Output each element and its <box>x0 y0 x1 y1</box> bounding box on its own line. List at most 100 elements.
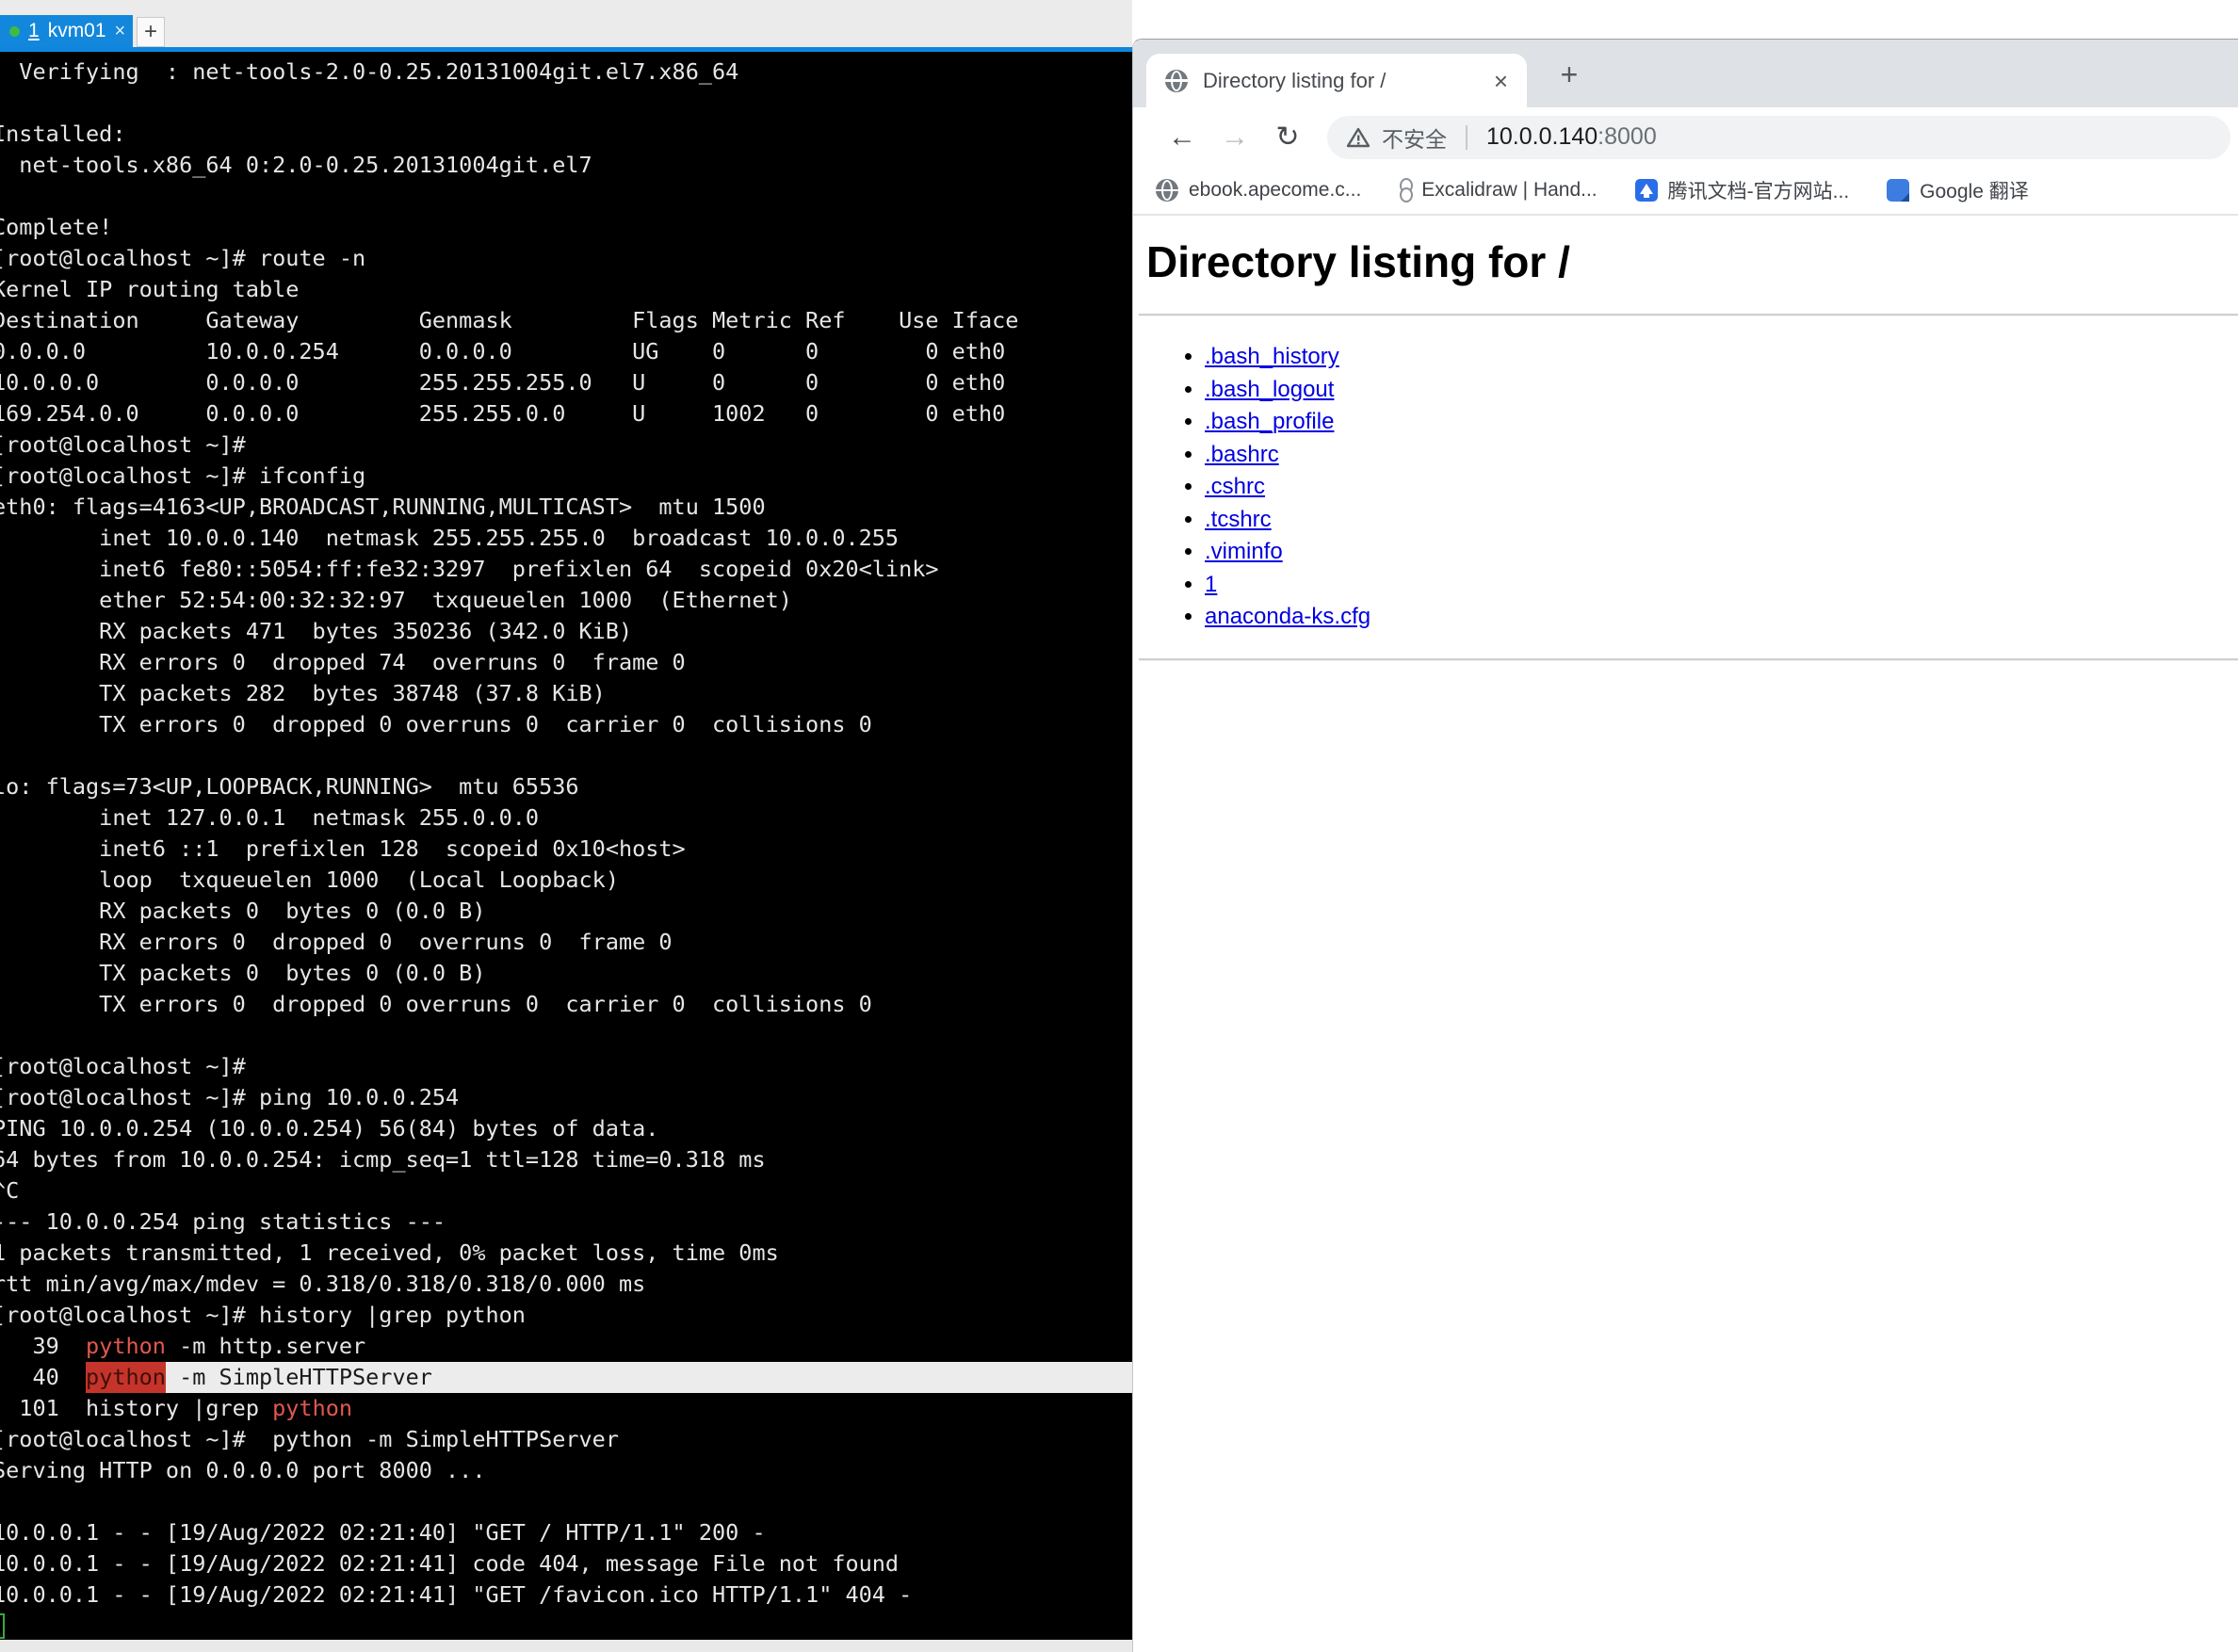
page-favicon-globe-icon <box>1165 70 1188 92</box>
terminal-line: Destination Gateway Genmask Flags Metric… <box>0 305 1132 336</box>
terminal-line: 64 bytes from 10.0.0.254: icmp_seq=1 ttl… <box>0 1144 1132 1175</box>
browser-tab-close-icon[interactable]: × <box>1494 69 1508 93</box>
terminal-tab-kvm01[interactable]: 1 kvm01 × <box>0 15 133 47</box>
browser-tab-title: Directory listing for / <box>1203 69 1479 93</box>
terminal-line <box>0 1020 1132 1051</box>
terminal-line: Installed: <box>0 119 1132 150</box>
terminal-line: TX errors 0 dropped 0 overruns 0 carrier… <box>0 989 1132 1020</box>
forward-button[interactable]: → <box>1208 121 1261 154</box>
terminal-line: Kernel IP routing table <box>0 274 1132 305</box>
file-list-item: .cshrc <box>1205 471 2238 504</box>
globe-icon <box>1156 179 1178 202</box>
google-translate-icon <box>1887 179 1909 202</box>
terminal-line: 0.0.0.0 10.0.0.254 0.0.0.0 UG 0 0 0 eth0 <box>0 336 1132 367</box>
terminal-line: [root@localhost ~]# <box>0 429 1132 461</box>
tencent-docs-icon <box>1635 179 1658 202</box>
terminal-screen[interactable]: Verifying : net-tools-2.0-0.25.20131004g… <box>0 52 1132 1640</box>
terminal-new-tab-button[interactable]: + <box>137 17 165 47</box>
terminal-line: inet 127.0.0.1 netmask 255.0.0.0 <box>0 802 1132 834</box>
file-link[interactable]: .bashrc <box>1205 442 1279 467</box>
terminal-line: 10.0.0.1 - - [19/Aug/2022 02:21:40] "GET… <box>0 1517 1132 1548</box>
url-host: 10.0.0.140 <box>1486 123 1597 150</box>
bookmark-item[interactable]: ebook.apecome.c... <box>1156 179 1361 202</box>
file-list-item: .tcshrc <box>1205 504 2238 537</box>
terminal-line: [root@localhost ~]# <box>0 1051 1132 1082</box>
terminal-line: [root@localhost ~]# history |grep python <box>0 1300 1132 1331</box>
browser-new-tab-button[interactable]: + <box>1548 53 1591 96</box>
file-list: .bash_history .bash_logout .bash_profile… <box>1146 341 2238 634</box>
terminal-tab-close-icon[interactable]: × <box>115 22 126 40</box>
terminal-tab-index: 1 <box>28 20 40 42</box>
page-content: Directory listing for / .bash_history .b… <box>1133 236 2238 661</box>
terminal-line: [root@localhost ~]# route -n <box>0 243 1132 274</box>
terminal-line: 10.0.0.0 0.0.0.0 255.255.255.0 U 0 0 0 e… <box>0 367 1132 398</box>
omnibox-address-bar[interactable]: 不安全 10.0.0.140:8000 <box>1327 116 2230 159</box>
terminal-line <box>0 181 1132 212</box>
excalidraw-icon <box>1399 178 1411 202</box>
terminal-line: 1 packets transmitted, 1 received, 0% pa… <box>0 1238 1132 1269</box>
security-label: 不安全 <box>1382 121 1447 154</box>
terminal-line: TX packets 0 bytes 0 (0.0 B) <box>0 958 1132 989</box>
browser-toolbar: ← → ↻ 不安全 10.0.0.140:8000 <box>1133 107 2238 167</box>
bookmark-item[interactable]: 腾讯文档-官方网站... <box>1635 176 1850 204</box>
bookmark-label: ebook.apecome.c... <box>1189 179 1361 202</box>
terminal-line: RX errors 0 dropped 74 overruns 0 frame … <box>0 647 1132 678</box>
reload-button[interactable]: ↻ <box>1261 121 1314 154</box>
file-list-item: .bash_history <box>1205 341 2238 374</box>
page-heading: Directory listing for / <box>1146 236 2238 287</box>
file-list-item: .bashrc <box>1205 439 2238 472</box>
terminal-cursor <box>0 1613 5 1639</box>
terminal-tab-bar: 1 kvm01 × + <box>0 0 1132 47</box>
terminal-line: inet6 ::1 prefixlen 128 scopeid 0x10<hos… <box>0 834 1132 865</box>
file-list-item: 1 <box>1205 569 2238 602</box>
file-list-item: anaconda-ks.cfg <box>1205 601 2238 634</box>
browser-tab-strip: Directory listing for / × + <box>1133 40 2238 107</box>
browser-tab[interactable]: Directory listing for / × <box>1146 54 1527 107</box>
terminal-line: Serving HTTP on 0.0.0.0 port 8000 ... <box>0 1455 1132 1486</box>
content-divider-bottom <box>1139 658 2238 661</box>
terminal-bottom-edge <box>0 1640 1132 1652</box>
url-port: :8000 <box>1597 123 1657 150</box>
file-link[interactable]: .viminfo <box>1205 539 1283 564</box>
security-warning-icon <box>1346 126 1370 149</box>
file-link[interactable]: 1 <box>1205 572 1217 597</box>
terminal-line: 40 python -m SimpleHTTPServer <box>0 1362 1132 1393</box>
terminal-line: RX packets 0 bytes 0 (0.0 B) <box>0 896 1132 927</box>
back-button[interactable]: ← <box>1156 121 1208 154</box>
bookmark-item[interactable]: Excalidraw | Hand... <box>1399 178 1597 202</box>
bookmark-item[interactable]: Google 翻译 <box>1887 176 2029 204</box>
terminal-line: TX packets 282 bytes 38748 (37.8 KiB) <box>0 678 1132 709</box>
content-divider-top <box>1139 314 2238 316</box>
file-link[interactable]: .bash_profile <box>1205 409 1334 434</box>
terminal-line: 169.254.0.0 0.0.0.0 255.255.0.0 U 1002 0… <box>0 398 1132 429</box>
terminal-line: 10.0.0.1 - - [19/Aug/2022 02:21:41] "GET… <box>0 1579 1132 1611</box>
terminal-line: TX errors 0 dropped 0 overruns 0 carrier… <box>0 709 1132 740</box>
omnibox-divider <box>1466 125 1468 150</box>
terminal-tab-title: kvm01 <box>48 20 106 42</box>
file-link[interactable]: .tcshrc <box>1205 507 1272 532</box>
file-list-item: .viminfo <box>1205 536 2238 569</box>
file-link[interactable]: .bash_history <box>1205 344 1339 369</box>
terminal-line: Complete! <box>0 212 1132 243</box>
bookmark-label: 腾讯文档-官方网站... <box>1668 176 1850 204</box>
terminal-line: 101 history |grep python <box>0 1393 1132 1424</box>
file-link[interactable]: anaconda-ks.cfg <box>1205 604 1370 629</box>
file-list-item: .bash_logout <box>1205 374 2238 407</box>
terminal-line <box>0 1611 1132 1640</box>
terminal-line: 10.0.0.1 - - [19/Aug/2022 02:21:41] code… <box>0 1548 1132 1579</box>
terminal-line: loop txqueuelen 1000 (Local Loopback) <box>0 865 1132 896</box>
terminal-line: [root@localhost ~]# python -m SimpleHTTP… <box>0 1424 1132 1455</box>
file-link[interactable]: .bash_logout <box>1205 377 1334 402</box>
browser-window: Directory listing for / × + ← → ↻ 不安全 10… <box>1132 39 2238 1652</box>
bookmarks-bar: ebook.apecome.c... Excalidraw | Hand... … <box>1133 167 2238 216</box>
terminal-line: eth0: flags=4163<UP,BROADCAST,RUNNING,MU… <box>0 492 1132 523</box>
terminal-line: RX packets 471 bytes 350236 (342.0 KiB) <box>0 616 1132 647</box>
terminal-line: Verifying : net-tools-2.0-0.25.20131004g… <box>0 57 1132 88</box>
file-link[interactable]: .cshrc <box>1205 474 1265 499</box>
terminal-line: PING 10.0.0.254 (10.0.0.254) 56(84) byte… <box>0 1113 1132 1144</box>
bookmark-label: Excalidraw | Hand... <box>1421 179 1597 202</box>
terminal-line: lo: flags=73<UP,LOOPBACK,RUNNING> mtu 65… <box>0 771 1132 802</box>
terminal-line: RX errors 0 dropped 0 overruns 0 frame 0 <box>0 927 1132 958</box>
terminal-line: inet 10.0.0.140 netmask 255.255.255.0 br… <box>0 523 1132 554</box>
terminal-line: ^C <box>0 1175 1132 1207</box>
